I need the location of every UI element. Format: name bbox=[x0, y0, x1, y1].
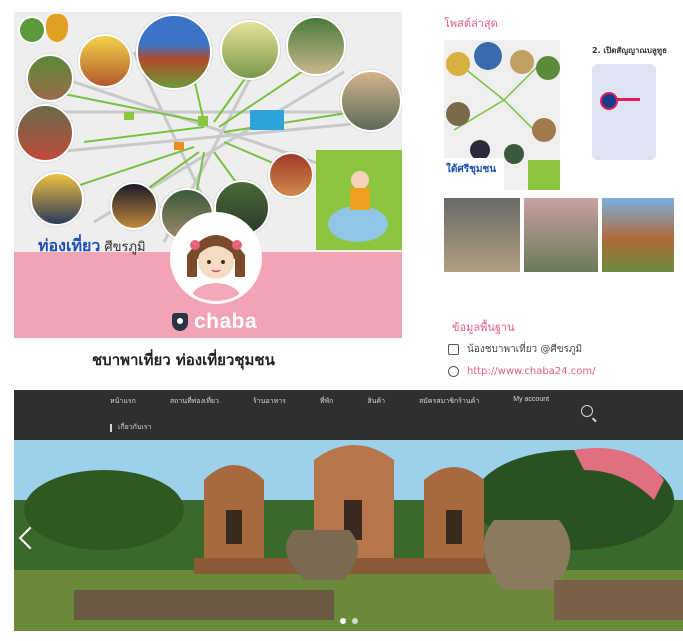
instagram-handle: น้องชบาพาเที่ยว @ศีขรภูมิ bbox=[467, 344, 583, 355]
thumb-caption: 2. เปิดสัญญาณบลูทูธ bbox=[592, 46, 667, 55]
nav-item-products[interactable]: สินค้า bbox=[367, 396, 385, 407]
photo-thumbnail[interactable]: 2. เปิดสัญญาณบลูทูธ bbox=[588, 40, 674, 170]
slider-dot[interactable] bbox=[352, 618, 358, 624]
profile-avatar[interactable] bbox=[170, 212, 262, 304]
page-cover: ท่องเที่ยว ศีขรภูมิ chaba bbox=[14, 12, 402, 338]
cover-heading: ท่องเที่ยว ศีขรภูมิ bbox=[38, 234, 146, 259]
seal-logo bbox=[46, 14, 68, 42]
info-section-title: ข้อมูลพื้นฐาน bbox=[452, 321, 515, 334]
brand-name: chaba bbox=[194, 310, 258, 333]
chaba-brand: chaba bbox=[172, 310, 257, 334]
nav-item-about[interactable]: เกี่ยวกับเรา bbox=[110, 422, 151, 433]
photo-thumbnail[interactable] bbox=[602, 198, 674, 272]
map-thumbnail-illustration: ใต้ศรีชุมชน bbox=[444, 42, 560, 190]
page-title: ชบาพาเที่ยว ท่องเที่ยวชุมชน bbox=[92, 351, 275, 369]
attraction-photo bbox=[30, 172, 84, 226]
photo-thumbnail[interactable] bbox=[524, 198, 598, 272]
attraction-photo bbox=[78, 34, 132, 88]
info-row-website[interactable]: http://www.chaba24.com/ bbox=[448, 366, 596, 377]
khmer-temple-photo bbox=[14, 440, 683, 631]
svg-text:ใต้ศรีชุมชน: ใต้ศรีชุมชน bbox=[446, 162, 496, 175]
hero-slider[interactable] bbox=[14, 440, 683, 631]
district-logo bbox=[18, 16, 46, 44]
attraction-photo bbox=[110, 182, 158, 230]
nav-item-attractions[interactable]: สถานที่ท่องเที่ยว bbox=[170, 396, 219, 407]
slider-dot[interactable] bbox=[340, 618, 346, 624]
arrow-icon bbox=[616, 98, 640, 101]
nav-item-home[interactable]: หน้าแรก bbox=[110, 396, 136, 407]
nav-item-about-label: เกี่ยวกับเรา bbox=[118, 424, 152, 431]
nav-item-my-account[interactable]: My account bbox=[513, 396, 549, 407]
attraction-photo bbox=[220, 20, 280, 80]
cover-heading-main: ท่องเที่ยว bbox=[38, 236, 101, 255]
attraction-photo bbox=[268, 152, 314, 198]
globe-icon bbox=[448, 366, 459, 377]
slider-dots bbox=[340, 618, 358, 624]
photo-thumbnail[interactable] bbox=[444, 198, 520, 272]
sidebar: โพสต์ล่าสุด ใต้ศรีชุมชน 2. เปิดสัญญาณบลู… bbox=[444, 14, 674, 382]
nav-item-restaurants[interactable]: ร้านอาหาร bbox=[253, 396, 286, 407]
info-row-instagram[interactable]: น้องชบาพาเที่ยว @ศีขรภูมิ bbox=[448, 342, 582, 357]
attraction-photo bbox=[26, 54, 74, 102]
phone-screen bbox=[592, 64, 656, 160]
cover-heading-sub: ศีขรภูมิ bbox=[104, 240, 146, 255]
nav-item-accommodation[interactable]: ที่พัก bbox=[320, 396, 333, 407]
website-link[interactable]: http://www.chaba24.com/ bbox=[467, 366, 596, 377]
attraction-photo bbox=[16, 104, 74, 162]
shield-icon bbox=[172, 313, 188, 331]
search-icon[interactable] bbox=[581, 405, 593, 417]
info-icon bbox=[110, 423, 112, 432]
instagram-icon bbox=[448, 344, 459, 355]
attraction-photo bbox=[136, 14, 212, 90]
attraction-photo bbox=[340, 70, 402, 132]
nav-item-register-shop[interactable]: สมัครสมาชิกร้านค้า bbox=[419, 396, 479, 407]
attraction-photo bbox=[286, 16, 346, 76]
bluetooth-icon bbox=[600, 92, 618, 110]
main-menu: หน้าแรก สถานที่ท่องเที่ยว ร้านอาหาร ที่พ… bbox=[110, 396, 549, 407]
latest-photos-title: โพสต์ล่าสุด bbox=[444, 17, 498, 30]
photo-thumbnail[interactable]: ใต้ศรีชุมชน bbox=[444, 40, 560, 190]
website-nav-bar: หน้าแรก สถานที่ท่องเที่ยว ร้านอาหาร ที่พ… bbox=[14, 390, 683, 440]
chaba-girl-illustration bbox=[173, 215, 259, 301]
